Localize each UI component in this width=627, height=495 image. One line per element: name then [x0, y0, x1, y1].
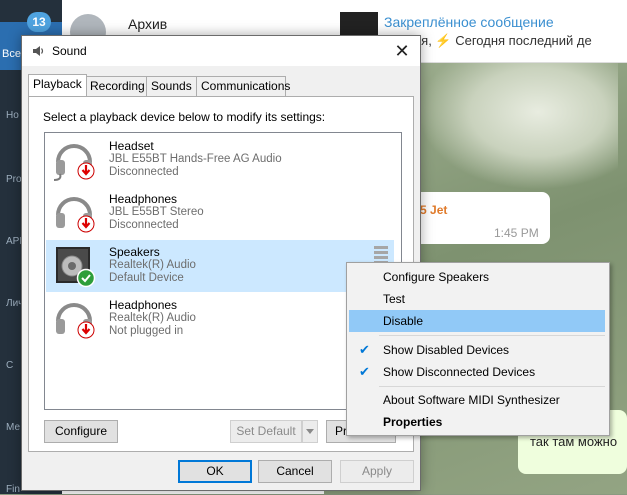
device-name: Speakers [109, 245, 160, 259]
headphones-disconnected-icon [56, 197, 95, 233]
tab-sounds[interactable]: Sounds [146, 76, 197, 96]
menu-item-test[interactable]: Test [349, 288, 605, 310]
device-driver: Realtek(R) Audio [109, 259, 196, 271]
pinned-title: Закреплённое сообщение [384, 14, 554, 30]
menu-item-show-disabled[interactable]: ✔ Show Disabled Devices [349, 339, 605, 361]
checkmark-icon: ✔ [359, 342, 370, 357]
device-name: Headset [109, 139, 154, 153]
device-name: Headphones [109, 192, 178, 206]
device-context-menu: Configure Speakers Test Disable ✔ Show D… [346, 262, 610, 436]
tab-communications[interactable]: Communications [196, 76, 290, 96]
instruction-label: Select a playback device below to modify… [43, 110, 326, 124]
cancel-button[interactable]: Cancel [258, 460, 332, 483]
device-status: Disconnected [109, 166, 179, 178]
device-driver: JBL E55BT Hands-Free AG Audio [109, 153, 282, 165]
device-item[interactable]: Headset JBL E55BT Hands-Free AG Audio Di… [46, 134, 394, 186]
message-time: 1:45 PM [494, 226, 539, 240]
chat-image [418, 60, 618, 190]
ok-button[interactable]: OK [178, 460, 252, 483]
device-status: Not plugged in [109, 325, 184, 337]
speaker-icon [33, 46, 44, 56]
menu-item-properties[interactable]: Properties [349, 411, 605, 433]
configure-button[interactable]: Configure [44, 420, 118, 443]
headset-disconnected-icon [53, 144, 95, 181]
device-driver: Realtek(R) Audio [109, 312, 196, 324]
device-driver: JBL E55BT Stereo [109, 206, 204, 218]
menu-item-label: Disable [383, 314, 424, 328]
device-item[interactable]: Headphones JBL E55BT Stereo Disconnected [46, 187, 394, 239]
apply-button[interactable]: Apply [340, 460, 414, 483]
menu-item-label: Configure Speakers [383, 270, 490, 284]
menu-item-disable[interactable]: Disable [349, 310, 605, 332]
message-text: так там можно [530, 434, 618, 449]
menu-item-about-midi[interactable]: About Software MIDI Synthesizer [349, 389, 605, 411]
menu-item-configure-speakers[interactable]: Configure Speakers [349, 266, 605, 288]
menu-item-label: Show Disconnected Devices [383, 365, 536, 379]
folder-label[interactable]: Fin [6, 484, 20, 495]
folder-all-label: Все [2, 48, 21, 60]
folder-label[interactable]: Ме [6, 422, 20, 433]
folder-label[interactable]: С [6, 360, 13, 371]
menu-item-label: Show Disabled Devices [383, 343, 510, 357]
set-default-dropdown[interactable] [302, 420, 318, 443]
menu-item-show-disconnected[interactable]: ✔ Show Disconnected Devices [349, 361, 605, 383]
device-status: Disconnected [109, 219, 179, 231]
menu-item-label: About Software MIDI Synthesizer [383, 393, 560, 407]
device-status: Default Device [109, 272, 184, 284]
tab-playback[interactable]: Playback [28, 74, 87, 96]
folder-label[interactable]: Pro [6, 174, 22, 185]
tab-recording[interactable]: Recording [85, 76, 147, 96]
unread-badge: 13 [27, 12, 51, 32]
title-bar[interactable]: Sound ✕ [22, 36, 420, 66]
menu-item-label: Properties [383, 415, 443, 429]
device-item[interactable]: Headphones Realtek(R) Audio Not plugged … [46, 293, 394, 345]
menu-separator [379, 335, 605, 336]
set-default-button[interactable]: Set Default [230, 420, 302, 443]
speakers-default-icon [56, 247, 96, 288]
archive-label[interactable]: Архив [128, 16, 167, 32]
close-button[interactable]: ✕ [384, 36, 420, 66]
folder-label[interactable]: Но [6, 110, 19, 121]
device-item-selected[interactable]: Speakers Realtek(R) Audio Default Device [46, 240, 394, 292]
chevron-down-icon [306, 429, 314, 434]
headphones-unplugged-icon [56, 303, 95, 339]
menu-separator [379, 386, 605, 387]
menu-item-label: Test [383, 292, 406, 306]
dialog-title: Sound [52, 44, 87, 58]
device-name: Headphones [109, 298, 178, 312]
checkmark-icon: ✔ [359, 364, 370, 379]
